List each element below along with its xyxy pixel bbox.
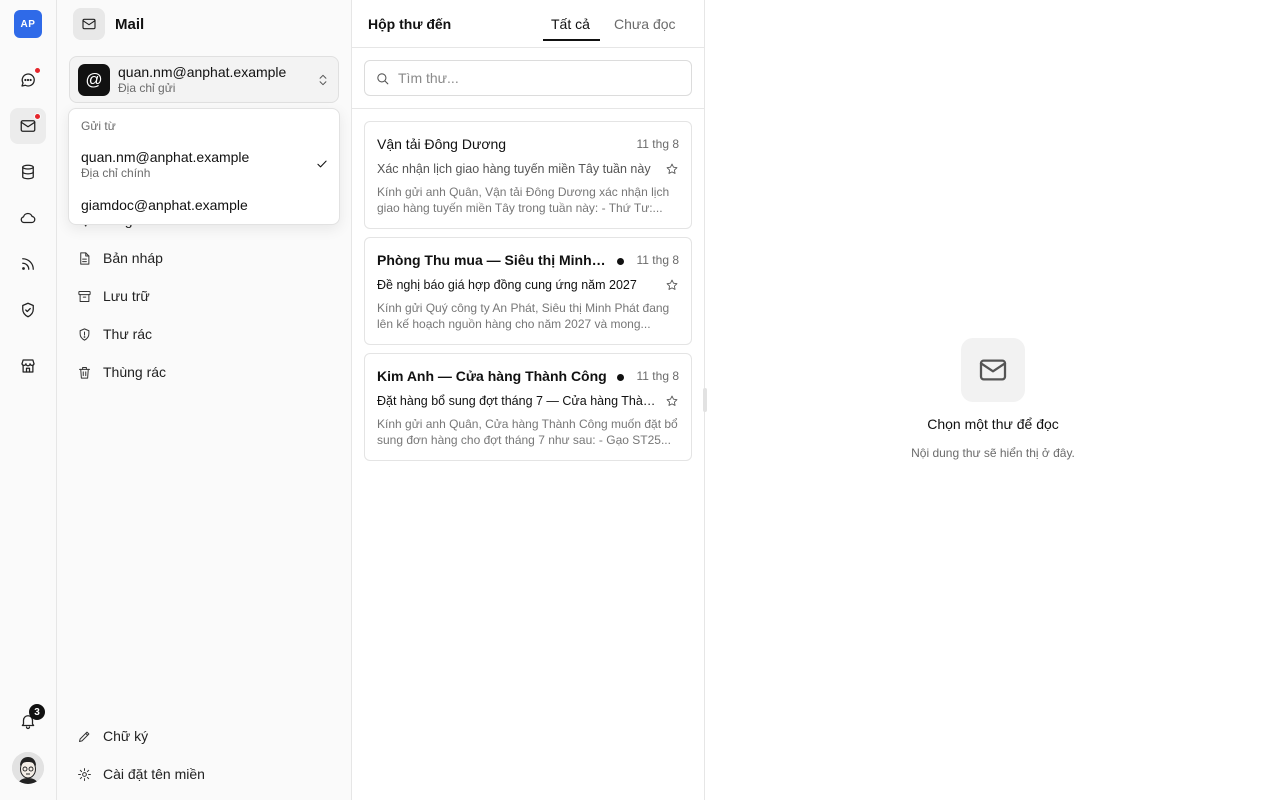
app-header: Mail (73, 8, 144, 40)
list-header: Hộp thư đến Tất cả Chưa đọc (352, 0, 704, 48)
user-avatar[interactable] (12, 752, 44, 784)
active-tab-indicator (543, 39, 600, 41)
avatar-illustration (12, 752, 44, 784)
message-sender: Vận tải Đông Dương (377, 136, 507, 152)
notifications-button[interactable]: 3 (10, 703, 46, 739)
trash-icon (79, 366, 90, 379)
rail-rss-button[interactable] (10, 246, 46, 282)
search-bar (352, 48, 704, 109)
mail-icon (82, 18, 96, 30)
app-rail: AP 3 (0, 0, 57, 800)
nav-item-signature[interactable]: Chữ ký (69, 720, 339, 752)
message-subject: Đề nghị báo giá hợp đồng cung ứng năm 20… (377, 278, 637, 292)
database-icon (22, 164, 34, 180)
search-icon (377, 72, 389, 84)
message-preview: Kính gửi anh Quân, Cửa hàng Thành Công m… (377, 417, 678, 447)
nav-item-label: Lưu trữ (103, 288, 150, 304)
chevrons-up-down-icon (316, 73, 330, 87)
dropdown-heading: Gửi từ (81, 119, 116, 133)
send-from-dropdown: Gửi từ quan.nm@anphat.example Địa chỉ ch… (68, 108, 340, 225)
rail-store-button[interactable] (10, 348, 46, 384)
nav-item-archive[interactable]: Lưu trữ (69, 280, 339, 312)
unread-dot (34, 67, 41, 74)
message-list-pane: Hộp thư đến Tất cả Chưa đọc Vận tải Đông… (352, 0, 705, 800)
at-sign-icon: @ (78, 63, 110, 96)
rail-security-button[interactable] (10, 292, 46, 328)
pane-resize-handle[interactable] (703, 388, 707, 412)
notifications-count-badge: 3 (29, 704, 45, 720)
message-date: 11 thg 8 (636, 369, 679, 383)
message-card[interactable]: Vận tải Đông Dương 11 thg 8 Xác nhận lịc… (364, 121, 692, 229)
star-icon[interactable] (665, 162, 679, 176)
nav-item-trash[interactable]: Thùng rác (69, 356, 339, 388)
nav-item-label: Thùng rác (103, 364, 167, 380)
tab-unread[interactable]: Chưa đọc (614, 16, 676, 32)
empty-state-mail-icon (961, 338, 1025, 402)
rail-mail-button[interactable] (10, 108, 46, 144)
message-sender: Phòng Thu mua — Siêu thị Minh Phát (377, 252, 609, 268)
account-switcher[interactable]: @ quan.nm@anphat.example Địa chỉ gửi (69, 56, 339, 103)
chat-icon (21, 73, 35, 87)
store-icon (21, 359, 35, 373)
rail-cloud-button[interactable] (10, 200, 46, 236)
nav-item-label: Bản nháp (103, 250, 163, 266)
star-icon[interactable] (665, 394, 679, 408)
empty-state-title: Chọn một thư để đọc (927, 416, 1059, 432)
archive-icon (78, 290, 91, 302)
message-sender: Kim Anh — Cửa hàng Thành Công (377, 368, 607, 384)
app-icon-box (73, 8, 105, 40)
unread-dot (34, 113, 41, 120)
file-icon (80, 251, 90, 265)
message-subject: Đặt hàng bổ sung đợt tháng 7 — Cửa hàng … (377, 394, 657, 408)
rail-chat-button[interactable] (10, 62, 46, 98)
list-title: Hộp thư đến (368, 16, 452, 32)
nav-item-label: Chữ ký (103, 728, 149, 744)
unread-dot (617, 374, 624, 381)
account-email: quan.nm@anphat.example (118, 63, 287, 80)
account-label: Địa chỉ gửi (118, 80, 176, 95)
message-date: 11 thg 8 (636, 253, 679, 267)
mail-icon (20, 120, 36, 132)
gear-icon (78, 767, 91, 781)
nav-item-label: Cài đặt tên miền (103, 766, 205, 782)
cloud-icon (20, 212, 36, 224)
nav-item-spam[interactable]: Thư rác (69, 318, 339, 350)
message-preview: Kính gửi anh Quân, Vận tải Đông Dương xá… (377, 185, 670, 215)
pen-icon (79, 731, 90, 742)
tab-all[interactable]: Tất cả (551, 16, 590, 32)
nav-item-drafts[interactable]: Bản nháp (69, 242, 339, 274)
unread-dot (617, 258, 624, 265)
rss-icon (22, 258, 34, 270)
message-subject: Xác nhận lịch giao hàng tuyến miền Tây t… (377, 162, 651, 176)
shield-check-icon (22, 302, 34, 318)
message-card[interactable]: Kim Anh — Cửa hàng Thành Công 11 thg 8 Đ… (364, 353, 692, 461)
spam-icon (79, 327, 90, 341)
search-box[interactable] (364, 60, 692, 96)
check-icon (315, 157, 329, 171)
option-label: Địa chỉ chính (81, 166, 151, 180)
workspace-logo[interactable]: AP (14, 10, 42, 38)
empty-state-subtitle: Nội dung thư sẽ hiển thị ở đây. (911, 446, 1075, 460)
search-input[interactable] (398, 70, 678, 86)
nav-item-label: Thư rác (103, 326, 153, 342)
rail-database-button[interactable] (10, 154, 46, 190)
dropdown-option-primary[interactable]: quan.nm@anphat.example Địa chỉ chính (81, 149, 329, 181)
option-email: quan.nm@anphat.example (81, 149, 250, 165)
message-preview: Kính gửi Quý công ty An Phát, Siêu thị M… (377, 301, 670, 331)
message-card[interactable]: Phòng Thu mua — Siêu thị Minh Phát 11 th… (364, 237, 692, 345)
message-date: 11 thg 8 (636, 137, 679, 151)
app-title: Mail (115, 15, 145, 33)
dropdown-option-secondary[interactable]: giamdoc@anphat.example (81, 197, 248, 213)
star-icon[interactable] (665, 278, 679, 292)
nav-item-domain-settings[interactable]: Cài đặt tên miền (69, 758, 339, 790)
